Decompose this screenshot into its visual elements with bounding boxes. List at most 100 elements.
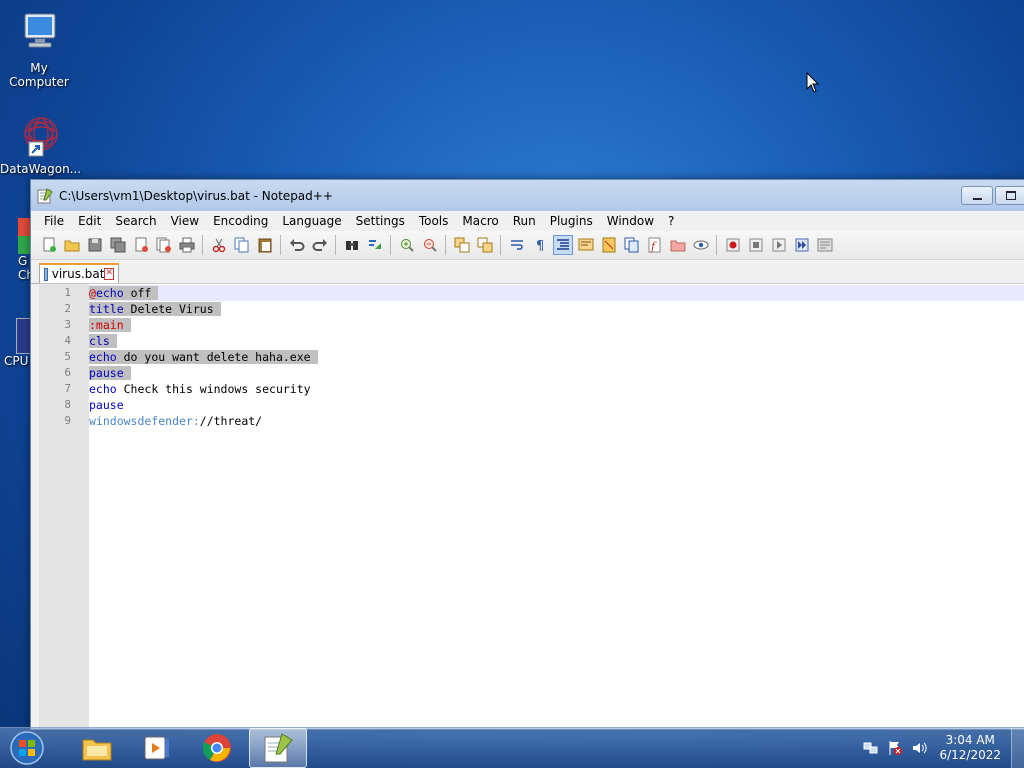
doc-map-button[interactable] bbox=[599, 235, 619, 255]
close-tab-icon[interactable]: ✕ bbox=[104, 268, 114, 280]
code-line[interactable]: pause bbox=[89, 397, 1024, 413]
sync-vertical-button[interactable] bbox=[452, 235, 472, 255]
close-file-button[interactable] bbox=[131, 235, 151, 255]
clock[interactable]: 3:04 AM 6/12/2022 bbox=[939, 733, 1001, 763]
menu-window[interactable]: Window bbox=[600, 214, 661, 228]
save-macro-button[interactable] bbox=[815, 235, 835, 255]
menu-settings[interactable]: Settings bbox=[349, 214, 412, 228]
fast-forward-icon bbox=[795, 238, 808, 252]
replace-icon bbox=[368, 240, 381, 249]
run-macro-multiple-button[interactable] bbox=[792, 235, 812, 255]
code-line[interactable]: @echo off bbox=[89, 285, 1024, 301]
taskbar-notepadpp[interactable] bbox=[249, 728, 307, 768]
code-token: echo bbox=[89, 350, 117, 364]
print-button[interactable] bbox=[177, 235, 197, 255]
line-number: 8 bbox=[64, 398, 71, 411]
code-token: @ bbox=[89, 286, 96, 300]
code-line[interactable]: echo Check this windows security bbox=[89, 381, 1024, 397]
sync-horizontal-button[interactable] bbox=[475, 235, 495, 255]
menu-run[interactable]: Run bbox=[506, 214, 543, 228]
network-icon[interactable] bbox=[862, 739, 880, 757]
volume-icon[interactable] bbox=[910, 739, 928, 757]
redo-button[interactable] bbox=[310, 235, 330, 255]
tab-virus-bat[interactable]: virus.bat ✕ bbox=[39, 263, 119, 283]
maximize-button[interactable] bbox=[995, 186, 1024, 205]
file-saved-icon bbox=[44, 267, 48, 281]
line-number: 1 bbox=[64, 286, 71, 299]
new-file-button[interactable] bbox=[39, 235, 59, 255]
desktop-icon-datawagon[interactable]: DataWagon... bbox=[0, 112, 81, 176]
record-macro-button[interactable] bbox=[723, 235, 743, 255]
desktop-icon-cpu-partial[interactable]: CPU bbox=[0, 318, 34, 388]
desktop-icon-chrome-partial[interactable]: G Ch bbox=[0, 218, 34, 298]
code-line[interactable]: pause bbox=[89, 365, 1024, 381]
toolbar-separator bbox=[716, 235, 717, 255]
indent-guide-button[interactable] bbox=[552, 235, 573, 255]
copy-button[interactable] bbox=[232, 235, 252, 255]
code-line[interactable]: cls bbox=[89, 333, 1024, 349]
menu-help[interactable]: ? bbox=[661, 214, 681, 228]
taskbar-chrome[interactable] bbox=[189, 729, 245, 767]
function-list-icon: f bbox=[648, 237, 660, 253]
code-line[interactable]: windowsdefender://threat/ bbox=[89, 413, 1024, 429]
function-list-button[interactable]: f bbox=[645, 235, 665, 255]
menu-file[interactable]: File bbox=[37, 214, 71, 228]
code-token: //threat/ bbox=[199, 414, 263, 428]
save-button[interactable] bbox=[85, 235, 105, 255]
code-line[interactable]: :main bbox=[89, 317, 1024, 333]
code-token: title bbox=[89, 302, 124, 316]
save-macro-icon bbox=[817, 238, 832, 252]
zoom-out-icon bbox=[423, 239, 437, 252]
replace-button[interactable] bbox=[365, 235, 385, 255]
paste-button[interactable] bbox=[255, 235, 275, 255]
code-token: pause bbox=[89, 398, 124, 412]
undo-button[interactable] bbox=[287, 235, 307, 255]
zoom-out-button[interactable] bbox=[420, 235, 440, 255]
menu-search[interactable]: Search bbox=[108, 214, 163, 228]
code-text[interactable]: @echo off title Delete Virus :main cls e… bbox=[89, 284, 1024, 729]
folder-workspace-button[interactable] bbox=[668, 235, 688, 255]
printer-icon bbox=[179, 237, 194, 253]
user-language-button[interactable] bbox=[576, 235, 596, 255]
menu-view[interactable]: View bbox=[164, 214, 206, 228]
open-file-button[interactable] bbox=[62, 235, 82, 255]
menu-edit[interactable]: Edit bbox=[71, 214, 108, 228]
find-button[interactable] bbox=[342, 235, 362, 255]
taskbar-explorer[interactable] bbox=[69, 729, 125, 767]
title-bar[interactable]: C:\Users\vm1\Desktop\virus.bat - Notepad… bbox=[31, 180, 1024, 211]
stop-macro-button[interactable] bbox=[746, 235, 766, 255]
show-desktop-button[interactable] bbox=[1011, 728, 1024, 768]
menu-encoding[interactable]: Encoding bbox=[206, 214, 275, 228]
menu-language[interactable]: Language bbox=[275, 214, 348, 228]
menu-tools[interactable]: Tools bbox=[412, 214, 456, 228]
clipboard-icon bbox=[258, 238, 271, 253]
taskbar-media-player[interactable] bbox=[129, 729, 185, 767]
folder-open-icon bbox=[64, 240, 79, 252]
zoom-in-icon bbox=[400, 239, 414, 252]
save-all-button[interactable] bbox=[108, 235, 128, 255]
word-wrap-icon bbox=[510, 240, 523, 250]
media-player-icon bbox=[144, 736, 169, 760]
monitoring-button[interactable] bbox=[691, 235, 711, 255]
code-line[interactable]: title Delete Virus bbox=[89, 301, 1024, 317]
code-line[interactable]: echo do you want delete haha.exe bbox=[89, 349, 1024, 365]
notepadpp-icon bbox=[264, 733, 293, 763]
toolbar-separator bbox=[445, 235, 446, 255]
word-wrap-button[interactable] bbox=[507, 235, 527, 255]
cut-button[interactable] bbox=[209, 235, 229, 255]
menu-plugins[interactable]: Plugins bbox=[543, 214, 600, 228]
play-macro-button[interactable] bbox=[769, 235, 789, 255]
doc-list-button[interactable] bbox=[622, 235, 642, 255]
code-token: off bbox=[123, 286, 152, 300]
show-all-chars-button[interactable]: ¶ bbox=[530, 235, 550, 255]
notepadpp-window[interactable]: C:\Users\vm1\Desktop\virus.bat - Notepad… bbox=[30, 179, 1024, 730]
tab-bar: virus.bat ✕ bbox=[31, 260, 1024, 284]
zoom-in-button[interactable] bbox=[397, 235, 417, 255]
editor-area[interactable]: 123456789 @echo off title Delete Virus :… bbox=[39, 283, 1024, 729]
close-all-button[interactable] bbox=[154, 235, 174, 255]
menu-macro[interactable]: Macro bbox=[455, 214, 505, 228]
action-center-flag-icon[interactable] bbox=[886, 739, 904, 757]
start-button[interactable] bbox=[7, 730, 47, 766]
minimize-button[interactable] bbox=[961, 186, 993, 205]
desktop-icon-my-computer[interactable]: My Computer bbox=[0, 8, 78, 89]
